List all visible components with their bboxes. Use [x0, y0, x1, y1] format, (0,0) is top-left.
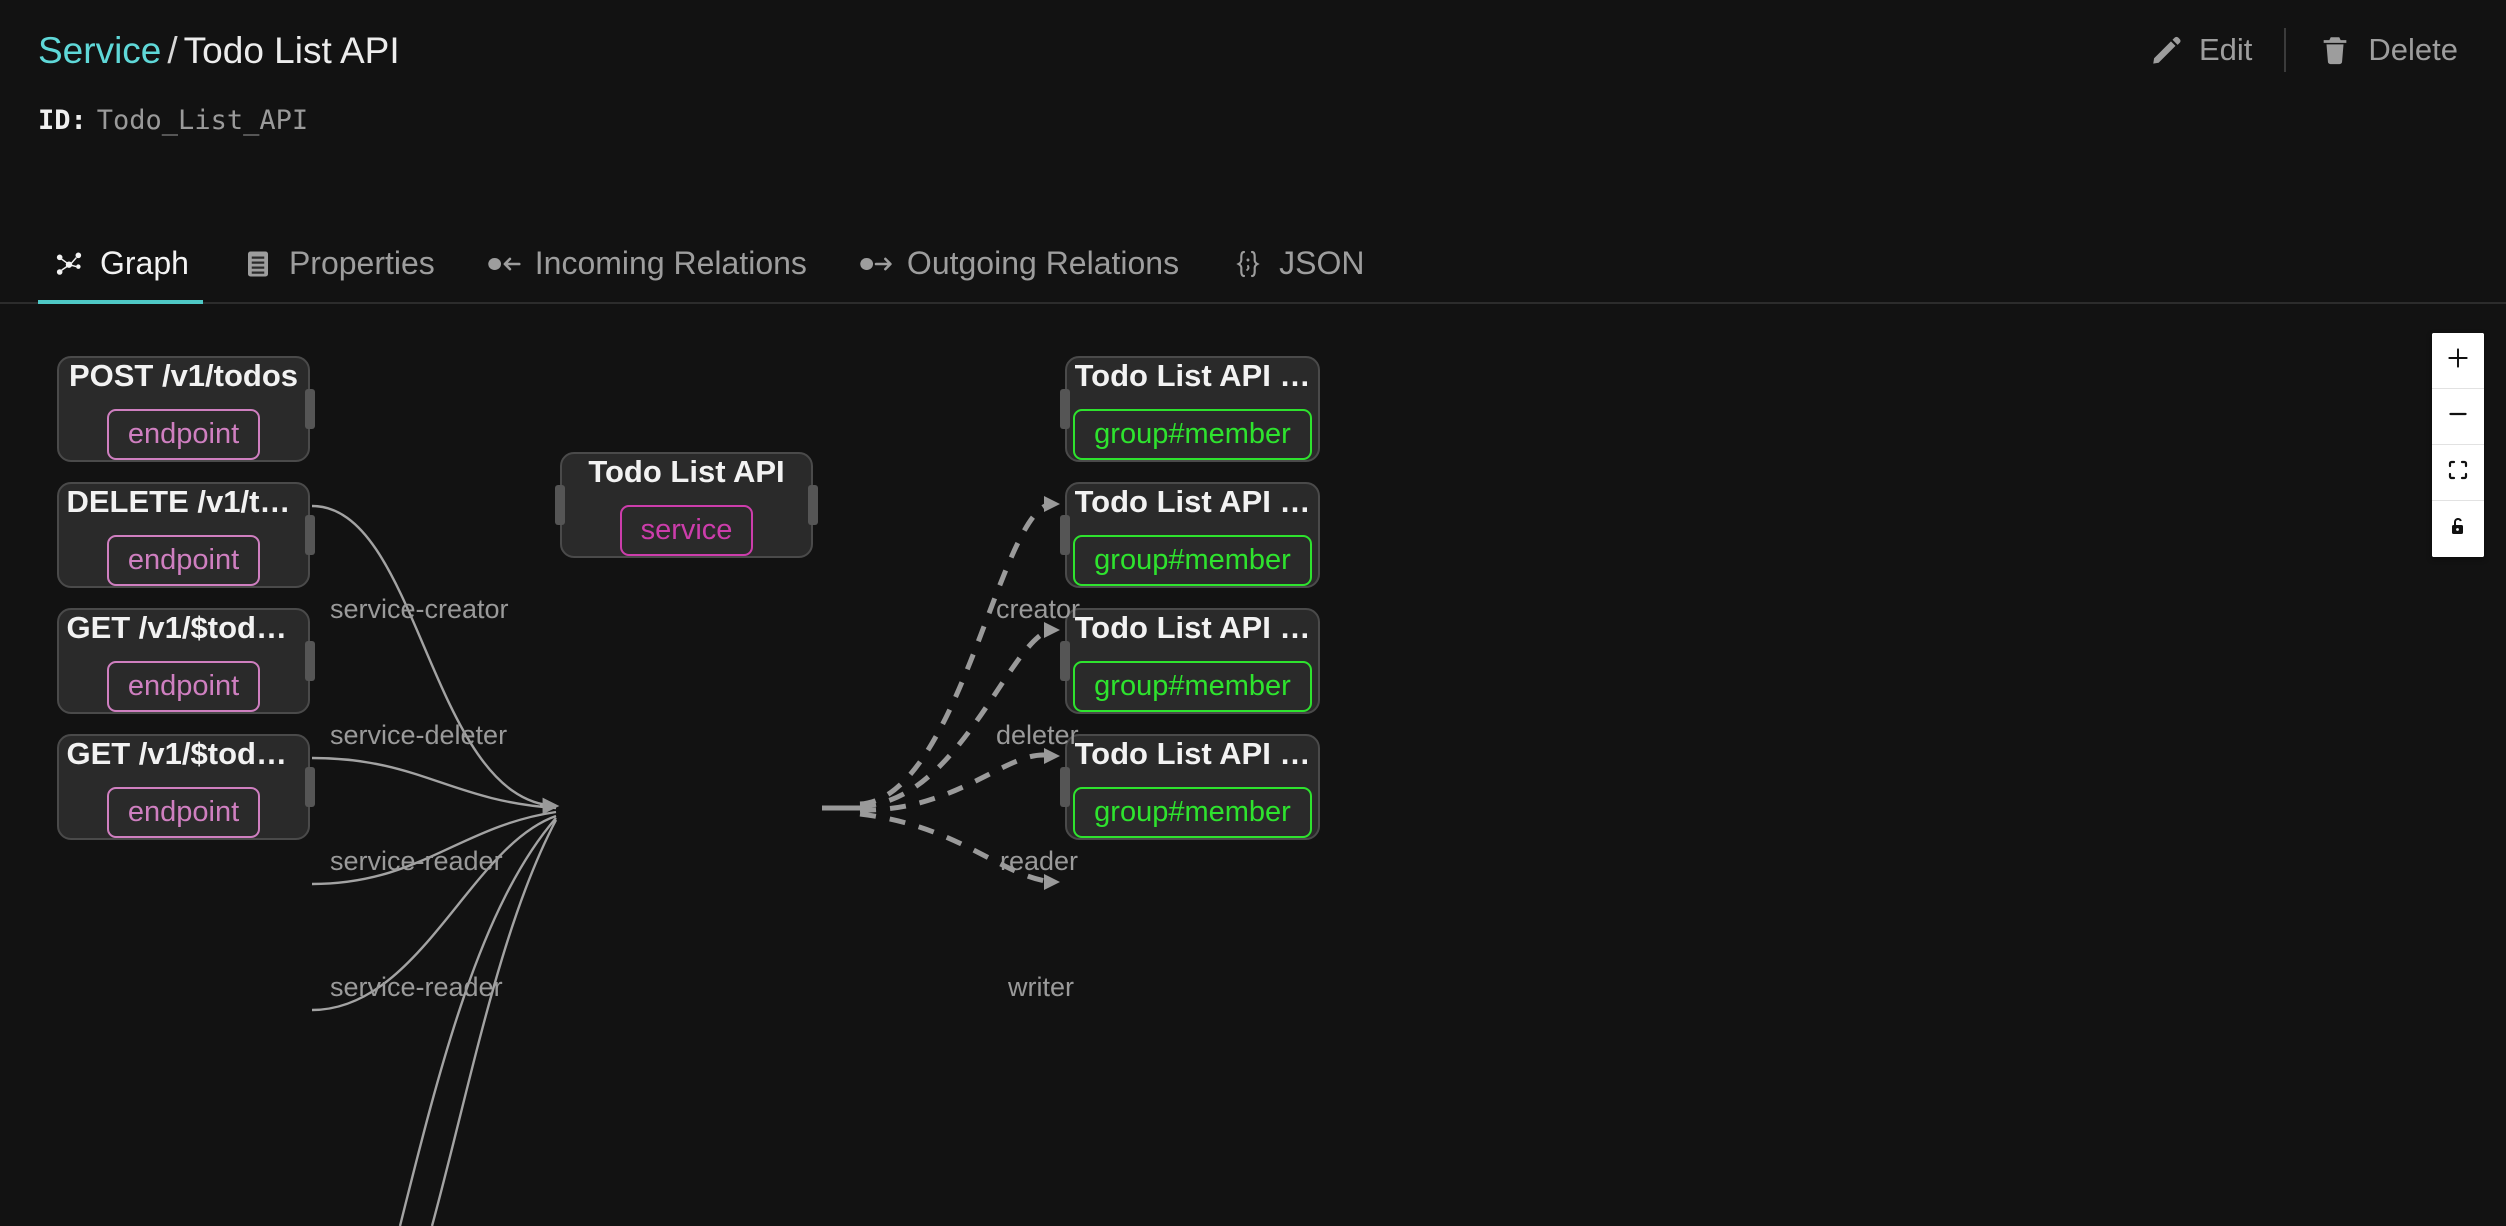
page-header: Service / Todo List API ID: Todo_List_API E… — [0, 0, 2506, 136]
graph-canvas[interactable]: POST /v1/todos endpoint DELETE /v1/todos… — [0, 306, 2506, 1226]
tab-graph-label: Graph — [100, 245, 189, 281]
delete-button-label: Delete — [2368, 32, 2458, 67]
node-handle-left[interactable] — [1060, 389, 1070, 429]
tab-incoming-relations-label: Incoming Relations — [534, 245, 807, 281]
node-handle-right[interactable] — [305, 389, 315, 429]
graph-node-writers[interactable]: Todo List API Writers group#member — [1060, 734, 1320, 840]
action-divider — [2284, 28, 2287, 72]
list-document-icon — [241, 247, 275, 281]
node-handle-left[interactable] — [555, 485, 565, 525]
breadcrumb-separator: / — [167, 30, 178, 71]
plus-icon — [2445, 345, 2471, 376]
node-badge: service — [619, 505, 754, 556]
tab-bar: Graph Properties Incoming Relations Outg… — [0, 228, 2506, 304]
tab-incoming-relations[interactable]: Incoming Relations — [473, 245, 821, 304]
node-handle-right[interactable] — [305, 767, 315, 807]
header-actions: Edit Delete — [2131, 24, 2476, 76]
node-badge: endpoint — [106, 535, 261, 586]
zoom-in-button[interactable] — [2432, 333, 2484, 389]
breadcrumb-current: Todo List API — [183, 30, 400, 71]
node-handle-left[interactable] — [1060, 767, 1070, 807]
graph-node-creators[interactable]: Todo List API Creators group#member — [1060, 356, 1320, 462]
entity-id-value: Todo_List_API — [96, 105, 309, 136]
unlock-icon — [2446, 515, 2470, 544]
trash-icon — [2318, 33, 2352, 67]
breadcrumb-parent-link[interactable]: Service — [38, 30, 161, 71]
node-title: DELETE /v1/todos/{todoId} — [66, 484, 300, 519]
node-handle-right[interactable] — [808, 485, 818, 525]
node-badge: endpoint — [106, 787, 261, 838]
tab-properties[interactable]: Properties — [227, 245, 449, 304]
node-badge: group#member — [1073, 409, 1312, 460]
graph-node-get-todos-and-users[interactable]: GET /v1/$todosAndUsers endpoint — [57, 608, 315, 714]
zoom-controls — [2432, 333, 2484, 557]
entity-id-row: ID: Todo_List_API — [38, 105, 308, 136]
node-handle-left[interactable] — [1060, 641, 1070, 681]
node-title: Todo List API Readers — [1074, 610, 1311, 645]
fit-view-button[interactable] — [2432, 445, 2484, 501]
breadcrumb: Service / Todo List API — [38, 30, 400, 72]
curly-braces-icon — [1231, 247, 1265, 281]
tab-outgoing-relations-label: Outgoing Relations — [906, 245, 1180, 281]
node-title: Todo List API — [588, 454, 785, 489]
node-handle-left[interactable] — [1060, 515, 1070, 555]
graph-node-post-todos[interactable]: POST /v1/todos endpoint — [57, 356, 315, 462]
node-badge: endpoint — [106, 661, 261, 712]
graph-nodes-icon — [52, 247, 86, 281]
node-title: Todo List API Writers — [1074, 736, 1311, 771]
node-badge: group#member — [1073, 535, 1312, 586]
node-handle-right[interactable] — [305, 515, 315, 555]
node-badge: endpoint — [106, 409, 261, 460]
edit-button-label: Edit — [2198, 32, 2253, 67]
tab-json[interactable]: JSON — [1217, 245, 1378, 304]
zoom-out-button[interactable] — [2432, 389, 2484, 445]
node-badge: group#member — [1073, 661, 1312, 712]
graph-node-deleters[interactable]: Todo List API Deleters group#member — [1060, 482, 1320, 588]
graph-node-get-todos-with-no-user[interactable]: GET /v1/$todosWithNoU... endpoint — [57, 734, 315, 840]
edit-button[interactable]: Edit — [2131, 28, 2270, 72]
node-title: GET /v1/$todosAndUsers — [66, 610, 300, 645]
node-title: POST /v1/todos — [68, 358, 299, 393]
node-title: Todo List API Creators — [1074, 358, 1311, 393]
dot-arrow-left-icon — [487, 247, 521, 281]
delete-button[interactable]: Delete — [2300, 28, 2476, 72]
minus-icon — [2445, 401, 2471, 432]
entity-id-label: ID: — [38, 105, 87, 136]
lock-button[interactable] — [2432, 501, 2484, 557]
node-title: Todo List API Deleters — [1074, 484, 1311, 519]
dot-arrow-right-icon — [859, 247, 893, 281]
pencil-icon — [2149, 33, 2183, 67]
graph-node-todo-list-api[interactable]: Todo List API service — [555, 452, 818, 558]
tab-outgoing-relations[interactable]: Outgoing Relations — [845, 245, 1193, 304]
node-handle-right[interactable] — [305, 641, 315, 681]
tab-graph[interactable]: Graph — [38, 245, 203, 304]
graph-node-readers[interactable]: Todo List API Readers group#member — [1060, 608, 1320, 714]
node-badge: group#member — [1073, 787, 1312, 838]
fit-view-icon — [2446, 458, 2470, 487]
tab-properties-label: Properties — [288, 245, 435, 281]
node-title: GET /v1/$todosWithNoU... — [66, 736, 300, 771]
graph-node-delete-todo[interactable]: DELETE /v1/todos/{todoId} endpoint — [57, 482, 315, 588]
tab-json-label: JSON — [1279, 245, 1365, 281]
